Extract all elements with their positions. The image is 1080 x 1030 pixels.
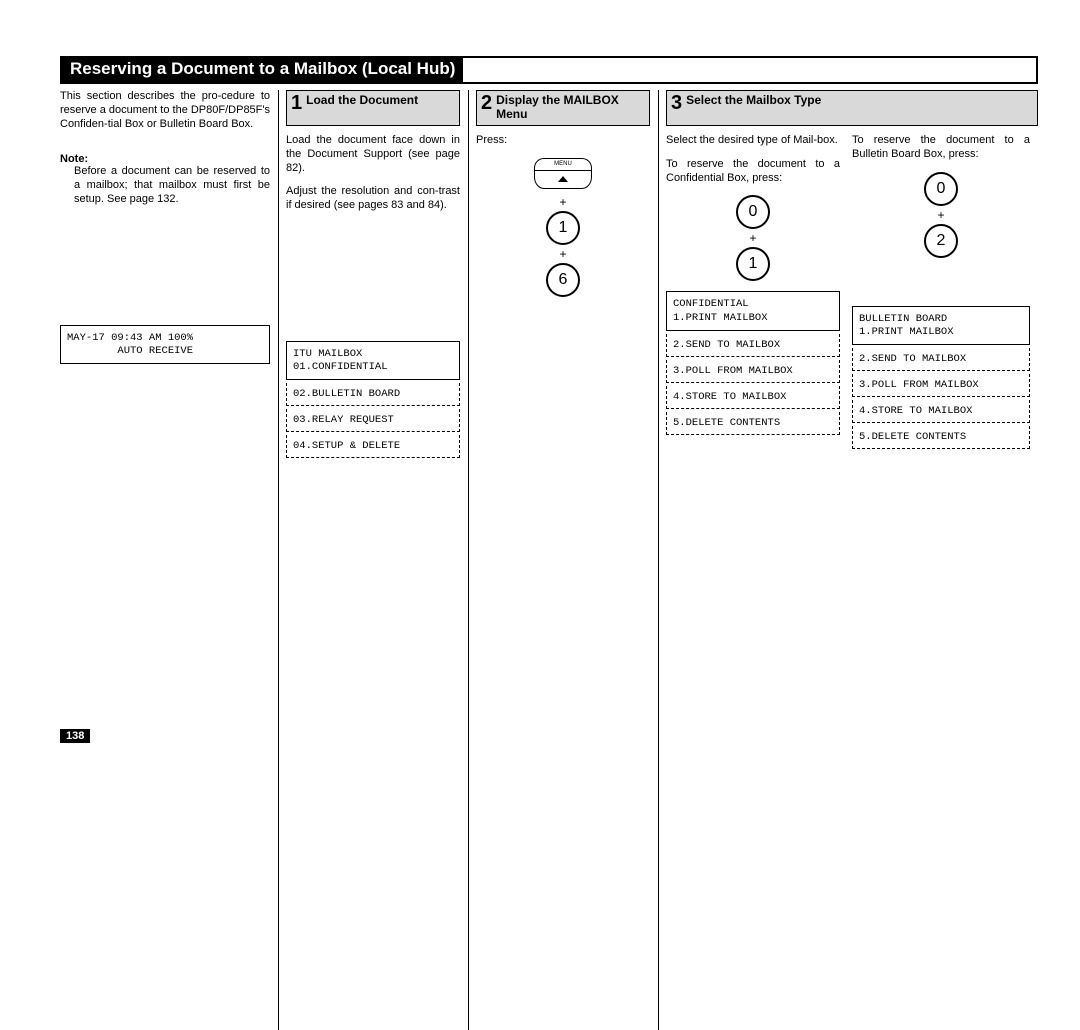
step-number: 1 bbox=[291, 93, 302, 113]
plus-icon: + bbox=[476, 195, 650, 209]
lcd-scroll-item: 5.DELETE CONTENTS bbox=[666, 412, 840, 435]
section-title: Reserving a Document to a Mailbox (Local… bbox=[62, 58, 463, 82]
step3a-body2: To reserve the document to a Confidentia… bbox=[666, 158, 840, 186]
step3b-body1: To reserve the document to a Bulletin Bo… bbox=[852, 134, 1030, 162]
step-title: Select the Mailbox Type bbox=[686, 93, 821, 107]
lcd-scroll-item: 2.SEND TO MAILBOX bbox=[852, 348, 1030, 371]
keypad-1-icon: 1 bbox=[546, 211, 580, 245]
keypad-1-icon: 1 bbox=[736, 247, 770, 281]
plus-icon: + bbox=[852, 208, 1030, 222]
step3b-column: To reserve the document to a Bulletin Bo… bbox=[848, 90, 1038, 650]
key-sequence: MENU + 1 + 6 bbox=[476, 158, 650, 297]
up-triangle-icon bbox=[558, 176, 568, 182]
intro-paragraph: This section describes the pro-cedure to… bbox=[60, 90, 270, 131]
key-sequence: 0 + 2 bbox=[852, 172, 1030, 258]
plus-icon: + bbox=[476, 247, 650, 261]
key-sequence: 0 + 1 bbox=[666, 195, 840, 281]
step-number: 2 bbox=[481, 93, 492, 113]
intro-column: This section describes the pro-cedure to… bbox=[60, 90, 278, 650]
press-label: Press: bbox=[476, 134, 650, 148]
lcd-scroll-item: 04.SETUP & DELETE bbox=[286, 435, 460, 458]
lcd-scroll-item: 03.RELAY REQUEST bbox=[286, 409, 460, 432]
lcd-display-idle: MAY-17 09:43 AM 100% AUTO RECEIVE bbox=[60, 325, 270, 364]
keypad-2-icon: 2 bbox=[924, 224, 958, 258]
lcd-display-confidential: CONFIDENTIAL 1.PRINT MAILBOX bbox=[666, 291, 840, 330]
step1-column: 1 Load the Document Load the document fa… bbox=[278, 90, 468, 650]
lcd-scroll-item: 3.POLL FROM MAILBOX bbox=[852, 374, 1030, 397]
plus-icon: + bbox=[666, 231, 840, 245]
note-text: Before a document can be reserved to a m… bbox=[74, 165, 270, 206]
step2-header: 2 Display the MAILBOX Menu bbox=[476, 90, 650, 126]
menu-key-icon: MENU bbox=[534, 158, 592, 188]
step3a-body1: Select the desired type of Mail-box. bbox=[666, 134, 840, 148]
step1-body2: Adjust the resolution and con-trast if d… bbox=[286, 185, 460, 213]
page-number: 138 bbox=[60, 729, 90, 743]
step1-header: 1 Load the Document bbox=[286, 90, 460, 126]
step1-body1: Load the document face down in the Docum… bbox=[286, 134, 460, 175]
note-block: Note: Before a document can be reserved … bbox=[60, 153, 270, 206]
step-number: 3 bbox=[671, 93, 682, 113]
lcd-scroll-item: 5.DELETE CONTENTS bbox=[852, 426, 1030, 449]
note-label: Note: bbox=[60, 153, 270, 165]
lcd-scroll-item: 3.POLL FROM MAILBOX bbox=[666, 360, 840, 383]
lcd-display-bulletin: BULLETIN BOARD 1.PRINT MAILBOX bbox=[852, 306, 1030, 345]
keypad-0-icon: 0 bbox=[736, 195, 770, 229]
lcd-display-itu: ITU MAILBOX 01.CONFIDENTIAL bbox=[286, 341, 460, 380]
keypad-0-icon: 0 bbox=[924, 172, 958, 206]
keypad-6-icon: 6 bbox=[546, 263, 580, 297]
section-title-bar: Reserving a Document to a Mailbox (Local… bbox=[60, 56, 1038, 84]
step2-column: 2 Display the MAILBOX Menu Press: MENU +… bbox=[468, 90, 658, 650]
lcd-scroll-item: 2.SEND TO MAILBOX bbox=[666, 334, 840, 357]
lcd-scroll-item: 02.BULLETIN BOARD bbox=[286, 383, 460, 406]
lcd-scroll-item: 4.STORE TO MAILBOX bbox=[852, 400, 1030, 423]
lcd-scroll-item: 4.STORE TO MAILBOX bbox=[666, 386, 840, 409]
step-title: Display the MAILBOX Menu bbox=[496, 93, 645, 122]
step-title: Load the Document bbox=[306, 93, 418, 107]
step3a-column: 3 Select the Mailbox Type Select the des… bbox=[658, 90, 848, 650]
